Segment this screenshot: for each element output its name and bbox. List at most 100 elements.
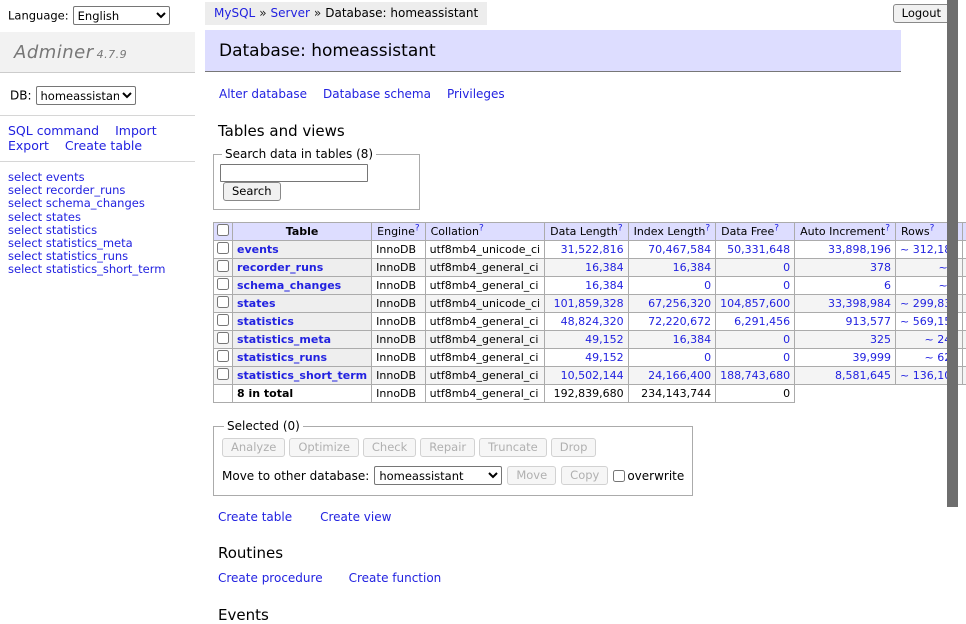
index-length-link[interactable]: 72,220,672 [648,315,711,328]
copy-button[interactable]: Copy [561,466,608,485]
scrollbar[interactable] [947,0,958,543]
table-link-statistics_meta[interactable]: statistics_meta [237,333,331,346]
data-free-link[interactable]: 0 [783,261,790,274]
table-link-states[interactable]: states [237,297,276,310]
auto-increment-link[interactable]: 378 [870,261,891,274]
row-checkbox-states[interactable] [217,296,229,308]
auto-increment-link[interactable]: 325 [870,333,891,346]
analyze-button[interactable]: Analyze [222,438,285,457]
db-select[interactable]: homeassistant [36,86,136,105]
index-length-link[interactable]: 0 [704,351,711,364]
move-db-select[interactable]: homeassistant [374,466,502,485]
row-checkbox-statistics_runs[interactable] [217,350,229,362]
table-link-statistics_runs[interactable]: statistics_runs [237,351,327,364]
sidebar-link-import[interactable]: Import [115,123,157,138]
auto-increment-link[interactable]: 39,999 [853,351,892,364]
sidebar-link-export[interactable]: Export [8,138,49,153]
row-checkbox-schema_changes[interactable] [217,278,229,290]
data-length-link[interactable]: 48,824,320 [561,315,624,328]
sidebar-table-link-recorder_runs[interactable]: recorder_runs [46,183,126,197]
search-input[interactable] [220,164,368,182]
select-link-recorder_runs[interactable]: select [8,183,42,197]
index-length-link[interactable]: 70,467,584 [648,243,711,256]
data-free-link[interactable]: 0 [783,279,790,292]
data-free-link[interactable]: 50,331,648 [727,243,790,256]
create-view-link[interactable]: Create view [320,510,391,524]
db-link-alter-database[interactable]: Alter database [219,87,307,101]
data-length-link[interactable]: 16,384 [585,279,624,292]
data-free-link[interactable]: 104,857,600 [720,297,790,310]
auto-increment-link[interactable]: 913,577 [846,315,892,328]
select-link-statistics_meta[interactable]: select [8,236,42,250]
help-link[interactable]: ? [479,223,484,233]
data-free-link[interactable]: 6,291,456 [734,315,790,328]
overwrite-checkbox[interactable] [613,470,625,482]
select-link-schema_changes[interactable]: select [8,196,42,210]
scrollbar-thumb[interactable] [947,0,958,507]
truncate-button[interactable]: Truncate [479,438,547,457]
data-length-link[interactable]: 101,859,328 [554,297,624,310]
sidebar-table-link-statistics_short_term[interactable]: statistics_short_term [46,262,166,276]
row-checkbox-recorder_runs[interactable] [217,260,229,272]
index-length-link[interactable]: 16,384 [673,333,712,346]
help-link[interactable]: ? [885,223,890,233]
logout-button[interactable]: Logout [893,4,950,23]
help-link[interactable]: ? [415,223,420,233]
select-link-events[interactable]: select [8,170,42,184]
row-checkbox-statistics[interactable] [217,314,229,326]
breadcrumb-item-mysql[interactable]: MySQL [214,6,255,20]
data-length-link[interactable]: 31,522,816 [561,243,624,256]
select-link-statistics_short_term[interactable]: select [8,262,42,276]
drop-button[interactable]: Drop [551,438,597,457]
sidebar-link-sql-command[interactable]: SQL command [8,123,99,138]
sidebar-table-link-schema_changes[interactable]: schema_changes [46,196,145,210]
sidebar-link-create-table[interactable]: Create table [65,138,142,153]
table-link-statistics_short_term[interactable]: statistics_short_term [237,369,367,382]
db-link-privileges[interactable]: Privileges [447,87,505,101]
auto-increment-link[interactable]: 6 [884,279,891,292]
optimize-button[interactable]: Optimize [289,438,359,457]
data-length-link[interactable]: 16,384 [585,261,624,274]
adminer-version-link[interactable]: 4.7.9 [97,48,128,61]
data-free-link[interactable]: 0 [783,351,790,364]
sidebar-table-link-statistics_meta[interactable]: statistics_meta [46,236,133,250]
select-link-statistics[interactable]: select [8,223,42,237]
check-button[interactable]: Check [363,438,416,457]
move-button[interactable]: Move [507,466,556,485]
help-link[interactable]: ? [774,223,779,233]
data-length-link[interactable]: 10,502,144 [561,369,624,382]
create-function-link[interactable]: Create function [349,571,442,585]
index-length-link[interactable]: 24,166,400 [648,369,711,382]
table-link-statistics[interactable]: statistics [237,315,294,328]
sidebar-table-link-statistics_runs[interactable]: statistics_runs [46,249,128,263]
repair-button[interactable]: Repair [420,438,475,457]
table-link-events[interactable]: events [237,243,279,256]
sidebar-table-link-events[interactable]: events [46,170,85,184]
search-button[interactable]: Search [223,182,281,201]
help-link[interactable]: ? [930,223,935,233]
select-link-statistics_runs[interactable]: select [8,249,42,263]
table-link-schema_changes[interactable]: schema_changes [237,279,341,292]
create-table-link[interactable]: Create table [218,510,292,524]
sidebar-table-link-states[interactable]: states [46,210,81,224]
auto-increment-link[interactable]: 8,581,645 [835,369,891,382]
data-length-link[interactable]: 49,152 [585,351,624,364]
table-link-recorder_runs[interactable]: recorder_runs [237,261,323,274]
help-link[interactable]: ? [618,223,623,233]
data-free-link[interactable]: 0 [783,333,790,346]
data-free-link[interactable]: 188,743,680 [720,369,790,382]
breadcrumb-item-server[interactable]: Server [271,6,310,20]
row-checkbox-statistics_meta[interactable] [217,332,229,344]
db-link-database-schema[interactable]: Database schema [323,87,431,101]
row-checkbox-statistics_short_term[interactable] [217,368,229,380]
auto-increment-link[interactable]: 33,898,196 [828,243,891,256]
create-procedure-link[interactable]: Create procedure [218,571,323,585]
sidebar-table-link-statistics[interactable]: statistics [46,223,97,237]
select-all-checkbox[interactable] [217,224,229,236]
index-length-link[interactable]: 16,384 [673,261,712,274]
help-link[interactable]: ? [705,223,710,233]
select-link-states[interactable]: select [8,210,42,224]
auto-increment-link[interactable]: 33,398,984 [828,297,891,310]
index-length-link[interactable]: 67,256,320 [648,297,711,310]
row-checkbox-events[interactable] [217,242,229,254]
